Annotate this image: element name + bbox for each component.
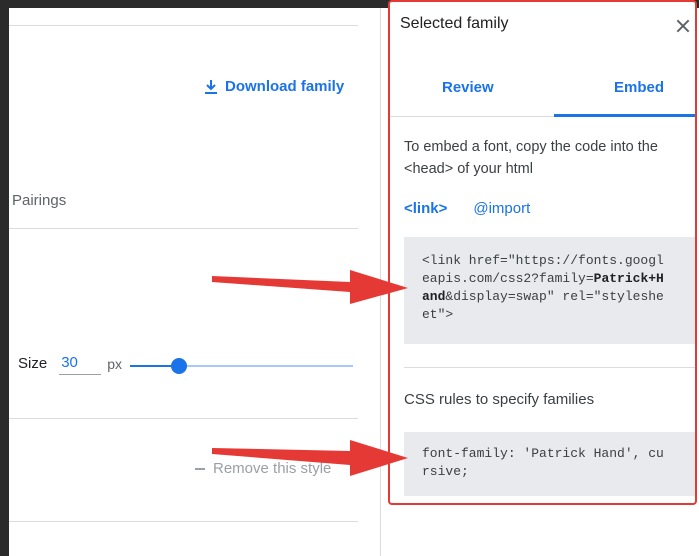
download-family-label: Download family bbox=[225, 78, 345, 95]
code-family-highlight: and bbox=[422, 289, 446, 304]
size-slider[interactable] bbox=[130, 358, 353, 374]
css-rules-heading: CSS rules to specify families bbox=[404, 391, 595, 408]
code-text: eapis.com/css2?family= bbox=[422, 271, 594, 286]
link-code-block[interactable]: <link href="https://fonts.googl eapis.co… bbox=[404, 237, 695, 344]
embed-option-import[interactable]: @import bbox=[473, 200, 530, 217]
divider bbox=[404, 367, 695, 368]
close-icon[interactable] bbox=[675, 18, 691, 34]
embed-option-link[interactable]: <link> bbox=[404, 200, 447, 217]
download-icon bbox=[205, 79, 217, 94]
download-family-button[interactable]: Download family bbox=[205, 78, 344, 95]
main-content: Download family Pairings Size px Remove … bbox=[9, 8, 380, 556]
minus-icon bbox=[195, 467, 205, 470]
code-line: eapis.com/css2?family=Patrick+H bbox=[422, 270, 686, 288]
code-line: font-family: 'Patrick Hand', cu bbox=[422, 446, 664, 461]
remove-style-button[interactable]: Remove this style bbox=[195, 460, 331, 477]
panel-tabs: Review Embed bbox=[390, 64, 695, 117]
panel-title: Selected family bbox=[400, 15, 509, 32]
size-label: Size bbox=[18, 355, 48, 372]
size-slider-knob[interactable] bbox=[171, 358, 188, 374]
pairings-label: Pairings bbox=[12, 192, 67, 209]
size-input[interactable] bbox=[59, 352, 102, 375]
code-line: <link href="https://fonts.googl bbox=[422, 253, 664, 268]
css-code-block[interactable]: font-family: 'Patrick Hand', cu rsive; bbox=[404, 432, 695, 496]
size-control: Size px bbox=[18, 352, 122, 375]
divider bbox=[9, 25, 358, 26]
divider bbox=[9, 228, 358, 229]
code-line: and&display=swap" rel="styleshe bbox=[422, 288, 686, 306]
code-line: rsive; bbox=[422, 464, 469, 479]
tab-review[interactable]: Review bbox=[442, 79, 494, 96]
size-unit: px bbox=[107, 355, 122, 372]
code-text: &display=swap" rel="styleshe bbox=[445, 289, 664, 304]
window-frame-left bbox=[0, 0, 9, 556]
panel-divider bbox=[380, 8, 381, 556]
active-tab-indicator bbox=[554, 114, 695, 117]
selected-family-panel: Selected family Review Embed To embed a … bbox=[388, 0, 697, 505]
tab-embed[interactable]: Embed bbox=[614, 79, 664, 96]
embed-instructions: To embed a font, copy the code into the … bbox=[404, 139, 658, 177]
divider bbox=[9, 521, 358, 522]
code-line: et"> bbox=[422, 307, 454, 322]
divider bbox=[9, 418, 358, 419]
code-family-highlight: Patrick+H bbox=[593, 271, 664, 286]
embed-type-options: <link> @import bbox=[404, 200, 530, 217]
remove-style-label: Remove this style bbox=[213, 460, 332, 477]
